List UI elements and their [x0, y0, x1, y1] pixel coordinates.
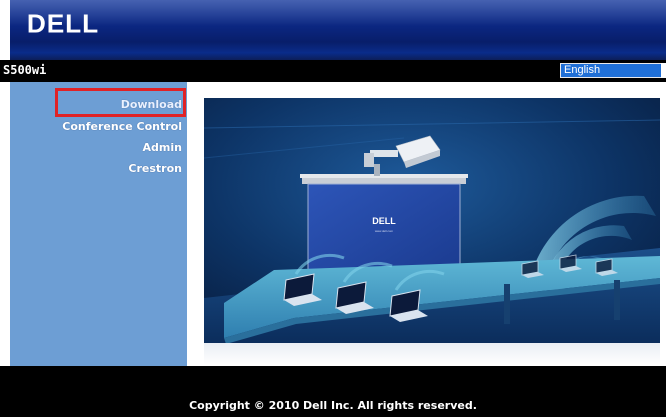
projector-illustration: DELL www.dell.com — [204, 98, 660, 343]
language-select-arrow[interactable] — [661, 63, 666, 78]
sidebar-item-conference-control[interactable]: Conference Control — [62, 120, 182, 133]
table-leg — [504, 284, 510, 324]
header-banner: DELL — [10, 0, 666, 60]
language-select-value: English — [564, 64, 601, 76]
projector-wall-plate — [364, 153, 374, 167]
copyright-text: Copyright © 2010 Dell Inc. All rights re… — [189, 399, 477, 412]
dell-logo-text: DELL — [27, 8, 99, 38]
download-highlight-box — [55, 88, 186, 117]
table-leg — [614, 280, 620, 320]
sidebar-item-crestron[interactable]: Crestron — [128, 162, 182, 175]
screen-url-text: www.dell.com — [375, 229, 394, 233]
screen-logo-text: DELL — [372, 216, 396, 226]
model-name: S500wi — [3, 63, 47, 77]
footer: Copyright © 2010 Dell Inc. All rights re… — [0, 366, 666, 417]
dell-logo: DELL — [27, 8, 99, 38]
sidebar: Download Conference Control Admin Crestr… — [10, 82, 187, 366]
screen-housing-top — [300, 174, 468, 178]
sidebar-item-admin[interactable]: Admin — [143, 141, 182, 154]
projector-rod — [374, 164, 380, 176]
language-select[interactable]: English — [560, 63, 666, 78]
title-bar: S500wi English — [0, 60, 666, 82]
scene-reflection — [204, 343, 660, 365]
projector-mount-arm — [370, 150, 398, 157]
